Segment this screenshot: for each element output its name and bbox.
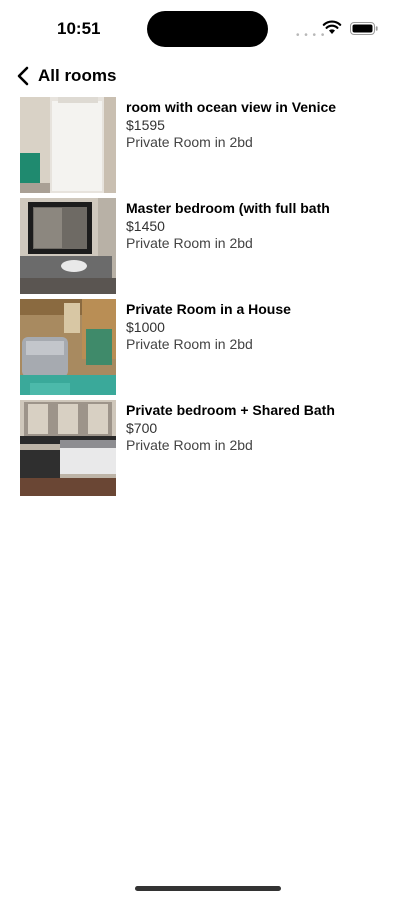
room-price: $1595 bbox=[126, 117, 165, 133]
room-title: Private bedroom + Shared Bath bbox=[126, 402, 335, 418]
cellular-signal-icon: • • • • bbox=[296, 30, 326, 41]
room-title: Private Room in a House bbox=[126, 301, 291, 317]
wifi-icon bbox=[322, 20, 342, 34]
room-price: $1450 bbox=[126, 218, 165, 234]
room-type: Private Room in 2bd bbox=[126, 437, 253, 453]
rooms-list: room with ocean view in Venice $1595 Pri… bbox=[20, 97, 395, 501]
battery-icon bbox=[350, 22, 378, 35]
status-time: 10:51 bbox=[57, 19, 101, 38]
room-thumbnail bbox=[20, 198, 116, 294]
room-type: Private Room in 2bd bbox=[126, 336, 253, 352]
navigation-bar: All rooms bbox=[0, 60, 415, 94]
chevron-left-icon bbox=[17, 66, 29, 86]
room-thumbnail bbox=[20, 299, 116, 395]
room-list-item[interactable]: Master bedroom (with full bath $1450 Pri… bbox=[20, 198, 395, 299]
room-thumbnail bbox=[20, 400, 116, 496]
status-bar: 10:51 • • • • bbox=[0, 0, 415, 60]
room-list-item[interactable]: Private bedroom + Shared Bath $700 Priva… bbox=[20, 400, 395, 501]
room-price: $1000 bbox=[126, 319, 165, 335]
room-thumbnail bbox=[20, 97, 116, 193]
room-list-item[interactable]: Private Room in a House $1000 Private Ro… bbox=[20, 299, 395, 400]
back-button[interactable]: All rooms bbox=[17, 66, 116, 86]
room-title: Master bedroom (with full bath bbox=[126, 200, 330, 216]
room-price: $700 bbox=[126, 420, 158, 436]
room-type: Private Room in 2bd bbox=[126, 235, 253, 251]
dynamic-island bbox=[147, 11, 268, 47]
back-button-label: All rooms bbox=[38, 66, 117, 85]
room-list-item[interactable]: room with ocean view in Venice $1595 Pri… bbox=[20, 97, 395, 198]
room-type: Private Room in 2bd bbox=[126, 134, 253, 150]
room-title: room with ocean view in Venice bbox=[126, 99, 337, 115]
home-indicator[interactable] bbox=[135, 886, 281, 891]
